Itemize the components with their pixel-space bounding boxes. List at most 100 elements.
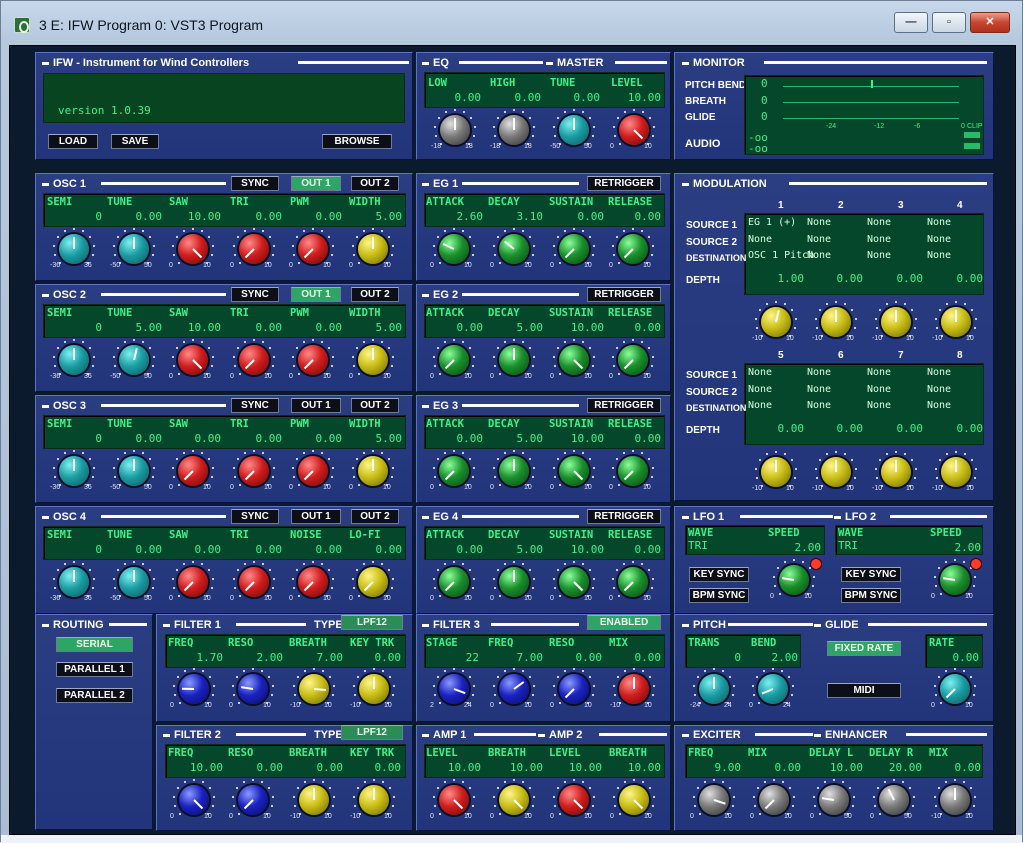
filter2-knob[interactable]: [238, 785, 268, 815]
retrigger-button[interactable]: RETRIGGER: [587, 509, 661, 524]
mod-cell[interactable]: None: [807, 400, 831, 411]
mod-cell[interactable]: None: [927, 400, 951, 411]
mod-cell[interactable]: None: [927, 234, 951, 245]
mod-cell[interactable]: None: [748, 400, 772, 411]
lfo1-speed-knob[interactable]: [779, 565, 809, 595]
lfo1-wave[interactable]: TRI: [688, 539, 708, 552]
mod-depth-knob[interactable]: [941, 307, 971, 337]
mod-cell[interactable]: None: [867, 384, 891, 395]
eg-knob[interactable]: [499, 234, 529, 264]
mod-depth-knob[interactable]: [941, 457, 971, 487]
mod-cell[interactable]: EG 1 (+): [748, 217, 796, 228]
serial-button[interactable]: SERIAL: [56, 637, 133, 652]
exciter-knob[interactable]: [819, 785, 849, 815]
osc-knob[interactable]: [358, 456, 388, 486]
osc-knob[interactable]: [59, 567, 89, 597]
filter2-knob[interactable]: [299, 785, 329, 815]
filter1-knob[interactable]: [179, 674, 209, 704]
mod-depth-knob[interactable]: [881, 307, 911, 337]
eq-knob[interactable]: [559, 115, 589, 145]
exciter-knob[interactable]: [940, 785, 970, 815]
osc-knob[interactable]: [59, 234, 89, 264]
osc-knob[interactable]: [358, 234, 388, 264]
osc-knob[interactable]: [119, 345, 149, 375]
mod-cell[interactable]: None: [807, 250, 831, 261]
osc-knob[interactable]: [178, 345, 208, 375]
lfo2-bpmsync-button[interactable]: BPM SYNC: [841, 588, 901, 603]
filter3-knob[interactable]: [619, 674, 649, 704]
osc-knob[interactable]: [358, 345, 388, 375]
lfo1-keysync-button[interactable]: KEY SYNC: [689, 567, 749, 582]
osc-knob[interactable]: [59, 345, 89, 375]
lfo2-keysync-button[interactable]: KEY SYNC: [841, 567, 901, 582]
filter1-knob[interactable]: [299, 674, 329, 704]
mod-cell[interactable]: None: [867, 367, 891, 378]
mod-cell[interactable]: None: [807, 384, 831, 395]
mod-cell[interactable]: None: [867, 234, 891, 245]
filter1-type-select[interactable]: LPF12: [341, 615, 403, 630]
osc-knob[interactable]: [239, 456, 269, 486]
sync-button[interactable]: SYNC: [231, 287, 279, 302]
mod-depth-knob[interactable]: [761, 307, 791, 337]
save-button[interactable]: SAVE: [111, 134, 159, 149]
mod-cell[interactable]: None: [748, 234, 772, 245]
eg-knob[interactable]: [439, 456, 469, 486]
out2-button[interactable]: OUT 2: [351, 398, 399, 413]
osc-knob[interactable]: [298, 345, 328, 375]
out1-button[interactable]: OUT 1: [291, 509, 341, 524]
mod-cell[interactable]: None: [867, 217, 891, 228]
retrigger-button[interactable]: RETRIGGER: [587, 176, 661, 191]
osc-knob[interactable]: [239, 345, 269, 375]
transpose-knob[interactable]: [699, 674, 729, 704]
filter3-knob[interactable]: [499, 674, 529, 704]
out2-button[interactable]: OUT 2: [351, 176, 399, 191]
mod-cell[interactable]: None: [927, 367, 951, 378]
eg-knob[interactable]: [559, 234, 589, 264]
midi-button[interactable]: MIDI: [827, 683, 901, 698]
eg-knob[interactable]: [499, 567, 529, 597]
title-bar[interactable]: 3 E: IFW Program 0: VST3 Program — ▫ ✕: [1, 1, 1022, 45]
eq-knob[interactable]: [440, 115, 470, 145]
retrigger-button[interactable]: RETRIGGER: [587, 287, 661, 302]
mod-cell[interactable]: None: [927, 217, 951, 228]
amp-knob[interactable]: [439, 785, 469, 815]
load-button[interactable]: LOAD: [48, 134, 98, 149]
eg-knob[interactable]: [499, 345, 529, 375]
osc-knob[interactable]: [298, 234, 328, 264]
osc-knob[interactable]: [298, 456, 328, 486]
mod-cell[interactable]: None: [867, 250, 891, 261]
filter2-knob[interactable]: [179, 785, 209, 815]
out1-button[interactable]: OUT 1: [291, 398, 341, 413]
minimize-button[interactable]: —: [894, 12, 928, 33]
eg-knob[interactable]: [439, 234, 469, 264]
exciter-knob[interactable]: [759, 785, 789, 815]
osc-knob[interactable]: [119, 234, 149, 264]
filter2-type-select[interactable]: LPF12: [341, 725, 403, 740]
eg-knob[interactable]: [618, 234, 648, 264]
eg-knob[interactable]: [559, 345, 589, 375]
filter3-enabled-button[interactable]: ENABLED: [587, 615, 661, 630]
exciter-knob[interactable]: [699, 785, 729, 815]
osc-knob[interactable]: [358, 567, 388, 597]
out1-button[interactable]: OUT 1: [291, 287, 341, 302]
sync-button[interactable]: SYNC: [231, 509, 279, 524]
exciter-knob[interactable]: [879, 785, 909, 815]
eg-knob[interactable]: [618, 567, 648, 597]
mod-depth-knob[interactable]: [761, 457, 791, 487]
mod-cell[interactable]: None: [807, 217, 831, 228]
eg-knob[interactable]: [439, 345, 469, 375]
sync-button[interactable]: SYNC: [231, 176, 279, 191]
eg-knob[interactable]: [618, 345, 648, 375]
osc-knob[interactable]: [178, 456, 208, 486]
osc-knob[interactable]: [178, 234, 208, 264]
close-button[interactable]: ✕: [970, 12, 1010, 33]
osc-knob[interactable]: [119, 456, 149, 486]
osc-knob[interactable]: [178, 567, 208, 597]
eg-knob[interactable]: [618, 456, 648, 486]
lfo2-wave[interactable]: TRI: [838, 539, 858, 552]
retrigger-button[interactable]: RETRIGGER: [587, 398, 661, 413]
sync-button[interactable]: SYNC: [231, 398, 279, 413]
glide-rate-knob[interactable]: [940, 674, 970, 704]
out1-button[interactable]: OUT 1: [291, 176, 341, 191]
filter3-knob[interactable]: [439, 674, 469, 704]
